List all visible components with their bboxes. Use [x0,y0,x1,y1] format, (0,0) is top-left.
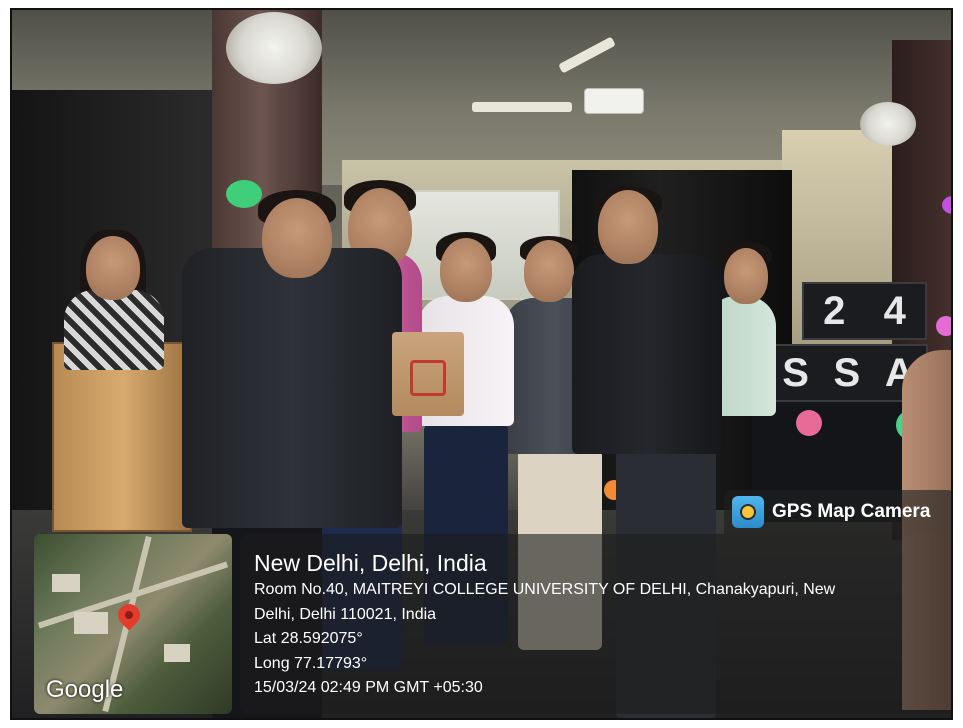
gift-bag-logo [410,360,446,396]
map-pin-icon [113,599,145,631]
location-info-panel: New Delhi, Delhi, India Room No.40, MAIT… [240,534,951,714]
map-thumbnail: Google [34,534,232,714]
photo-frame: 2 4 S S A GPS Map Camera Google New Delh… [10,8,953,720]
paper-flower-decoration [796,410,822,436]
location-title: New Delhi, Delhi, India [254,550,487,576]
wall-fan-right [860,102,916,146]
gps-map-camera-badge: GPS Map Camera [724,490,951,534]
address-line: Delhi, Delhi 110021, India [254,605,437,623]
gps-map-camera-icon [732,496,764,528]
paper-flower-decoration [226,180,262,208]
decor-char: S [833,350,861,395]
decor-char: 4 [883,288,906,333]
wooden-podium [52,342,192,532]
map-building [74,612,108,634]
map-brand-label: Google [46,676,124,703]
decor-char: S [782,350,809,395]
map-building [52,574,80,592]
decor-char: 2 [823,288,846,333]
wall-fan-left [226,12,322,84]
ceiling-light [472,102,572,112]
ceiling-projector [584,88,644,114]
map-building [164,644,190,662]
longitude-readout: Long 77.17793° [254,654,368,672]
paper-flower-decoration [936,316,951,336]
address-line: Room No.40, MAITREYI COLLEGE UNIVERSITY … [254,581,836,598]
timestamp: 15/03/24 02:49 PM GMT +05:30 [254,679,483,696]
gps-app-label: GPS Map Camera [772,501,931,522]
decor-block-24: 2 4 [802,282,927,340]
latitude-readout: Lat 28.592075° [254,630,363,647]
